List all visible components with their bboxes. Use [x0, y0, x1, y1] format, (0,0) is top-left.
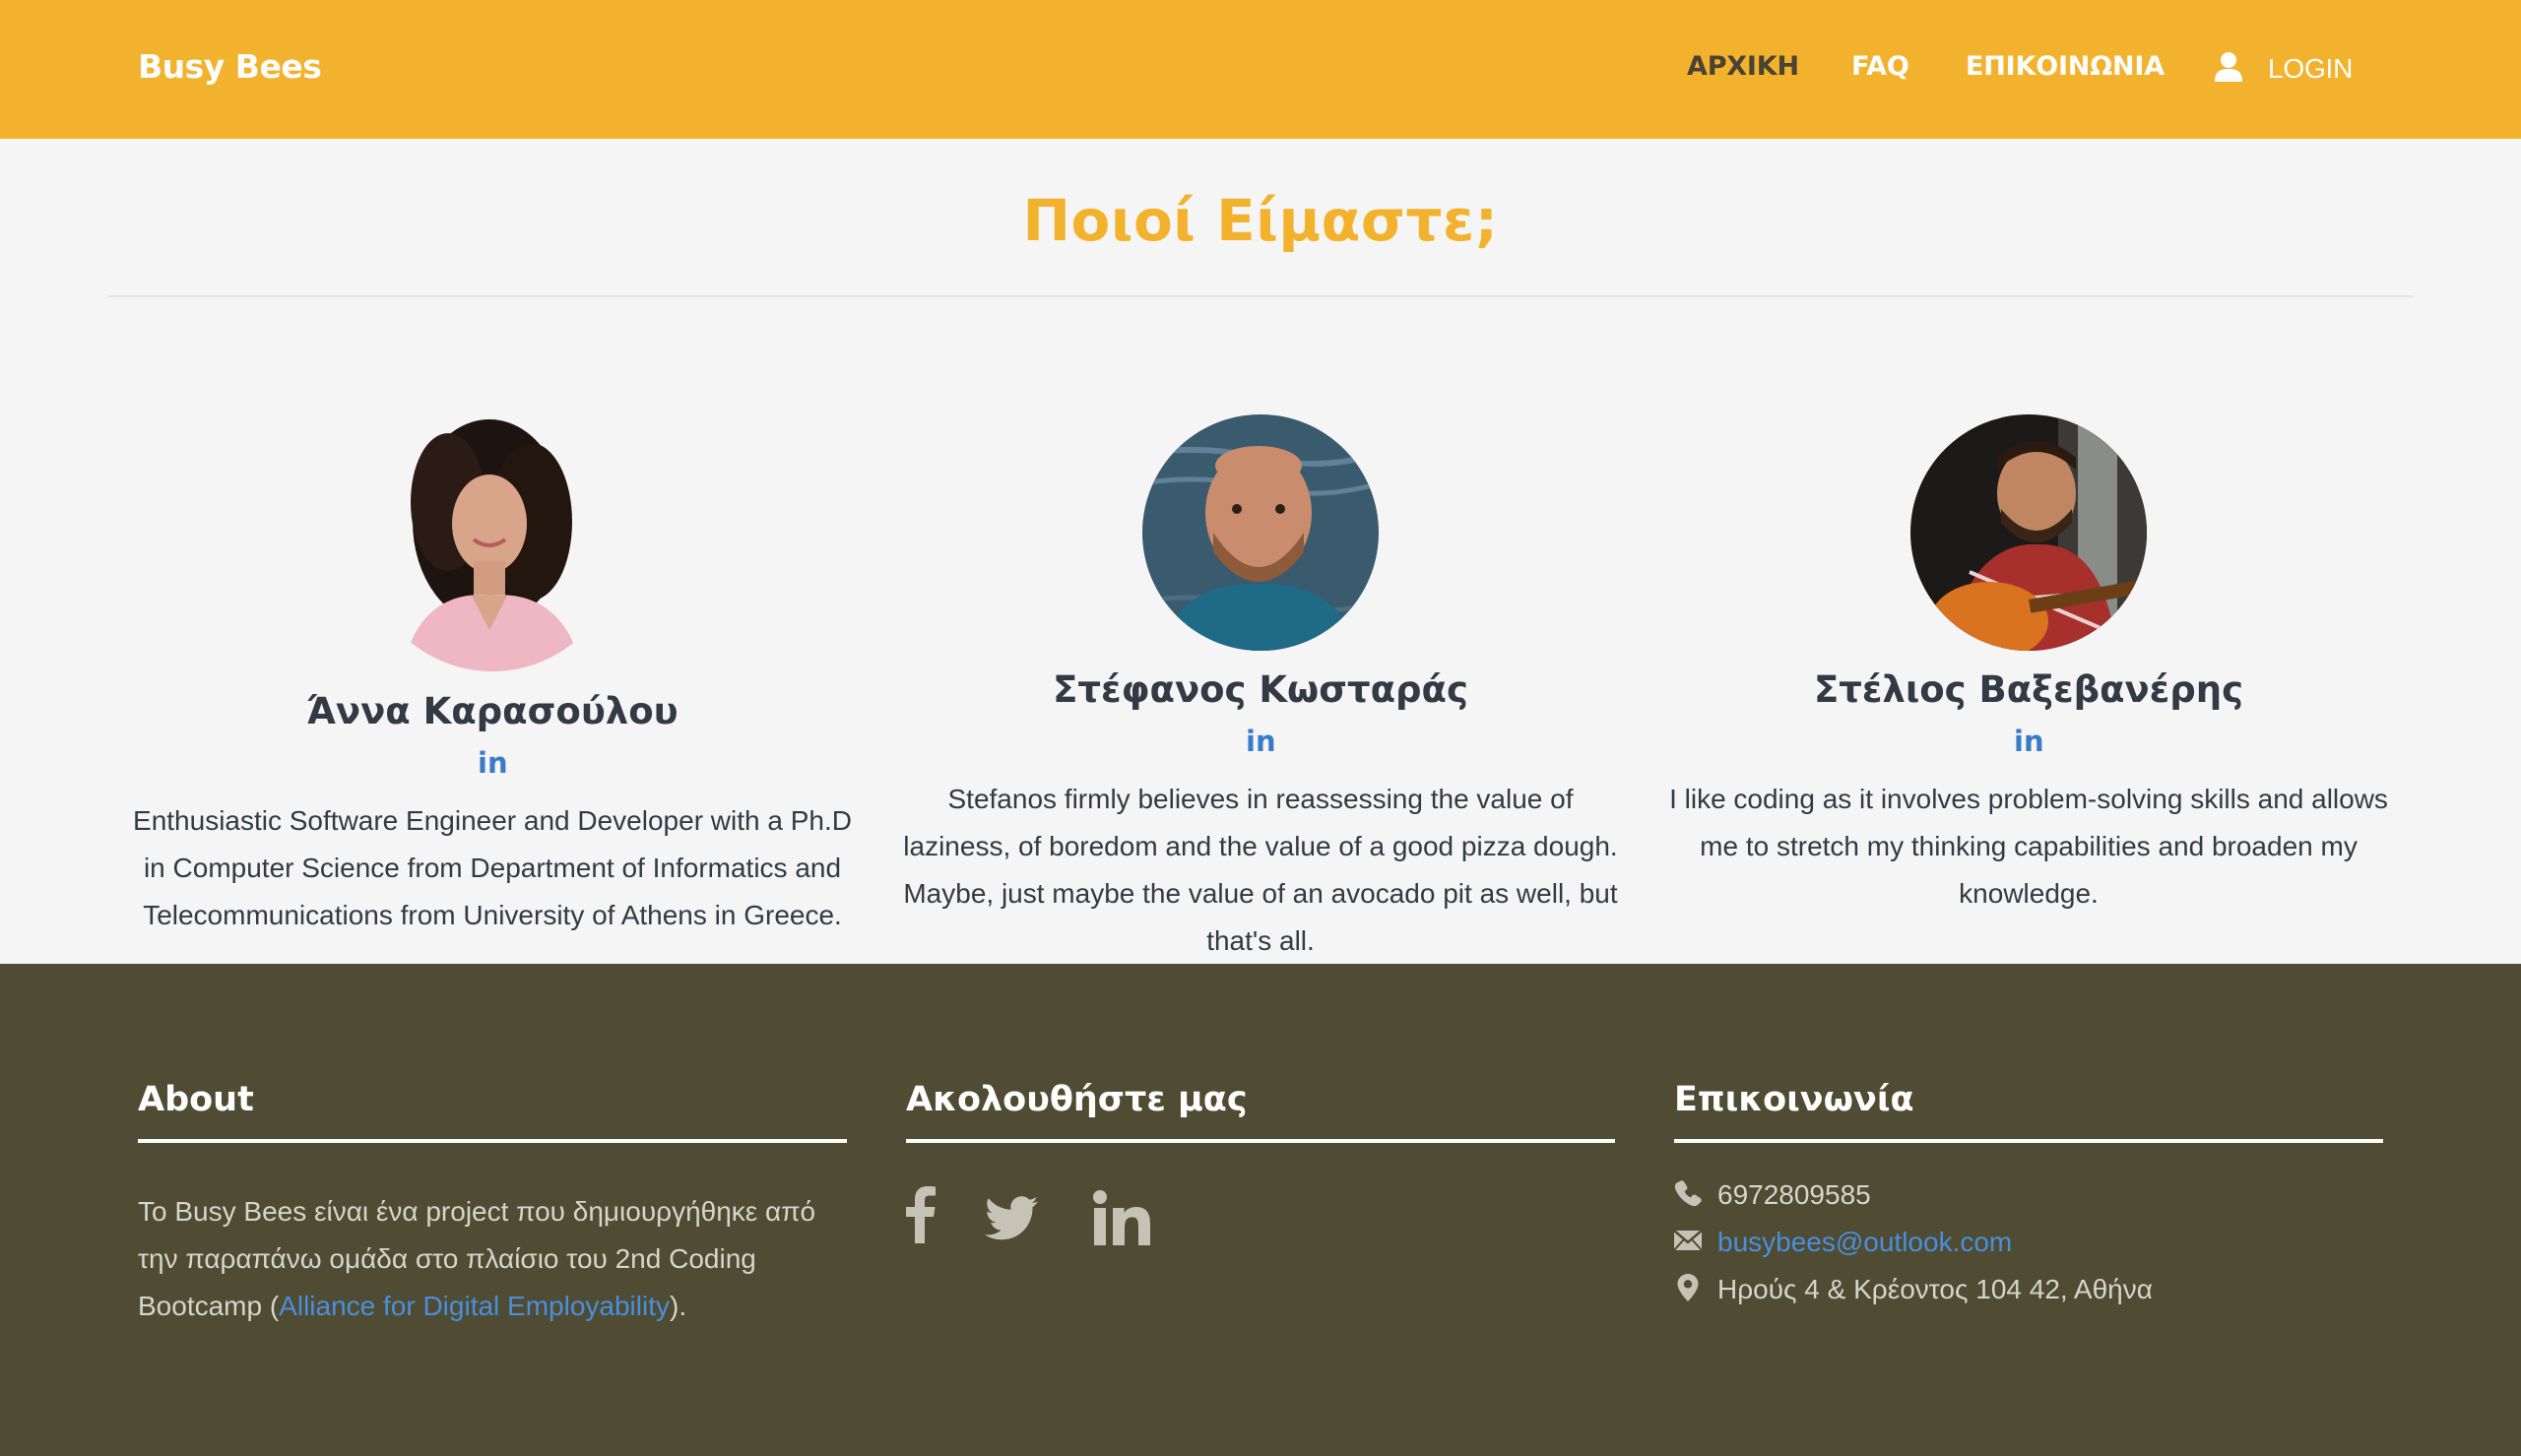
alliance-link[interactable]: Alliance for Digital Employability — [279, 1291, 670, 1321]
linkedin-icon[interactable] — [1093, 1190, 1150, 1245]
email-link[interactable]: busybees@outlook.com — [1717, 1221, 2012, 1264]
title-divider — [108, 295, 2413, 297]
linkedin-icon[interactable]: in — [478, 748, 508, 778]
about-text-after: ). — [670, 1291, 687, 1321]
page-title: Ποιοί Είμαστε; — [1022, 187, 1499, 254]
envelope-icon — [1674, 1230, 1702, 1251]
member-name: Στέλιος Βαξεβανέρης — [1813, 668, 2244, 711]
footer-divider — [1674, 1139, 2383, 1143]
member-name: Άννα Καρασούλου — [306, 690, 679, 732]
member-bio: Stefanos firmly believes in reassessing … — [903, 784, 1618, 956]
user-icon — [2215, 52, 2242, 82]
footer-heading-contact: Επικοινωνία — [1674, 1080, 1914, 1119]
avatar-photo-stelios — [1910, 414, 2147, 651]
twitter-icon[interactable] — [985, 1196, 1038, 1241]
site-footer: About Το Busy Bees είναι ένα project που… — [0, 964, 2521, 1456]
footer-divider — [138, 1139, 847, 1143]
main-nav: ΑΡΧΙΚΗ FAQ ΕΠΙΚΟΙΝΩΝΙΑ LOGIN — [0, 51, 2521, 91]
avatar — [1142, 414, 1379, 651]
footer-divider — [906, 1139, 1615, 1143]
member-bio: I like coding as it involves problem-sol… — [1669, 784, 2388, 909]
nav-item-faq[interactable]: FAQ — [1851, 51, 1909, 82]
facebook-icon[interactable] — [906, 1184, 936, 1243]
avatar — [1910, 414, 2147, 651]
footer-heading-follow: Ακολουθήστε μας — [906, 1080, 1248, 1119]
member-bio: Enthusiastic Software Engineer and Devel… — [133, 805, 852, 930]
linkedin-icon[interactable]: in — [1246, 727, 1276, 756]
map-pin-icon — [1677, 1274, 1699, 1301]
nav-item-home[interactable]: ΑΡΧΙΚΗ — [1687, 51, 1799, 82]
avatar — [363, 413, 621, 671]
footer-heading-about: About — [138, 1080, 254, 1119]
nav-item-contact[interactable]: ΕΠΙΚΟΙΝΩΝΙΑ — [1966, 51, 2165, 82]
phone-icon — [1674, 1180, 1702, 1207]
avatar-photo-stefanos — [1142, 414, 1379, 651]
phone-number: 6972809585 — [1717, 1179, 1871, 1210]
address-text: Ηρούς 4 & Κρέοντος 104 42, Αθήνα — [1717, 1274, 2153, 1304]
linkedin-icon[interactable]: in — [2014, 727, 2044, 756]
login-label: LOGIN — [2268, 53, 2354, 84]
top-navbar: Busy Bees ΑΡΧΙΚΗ FAQ ΕΠΙΚΟΙΝΩΝΙΑ LOGIN — [0, 0, 2521, 139]
avatar-photo-anna — [363, 413, 621, 671]
member-name: Στέφανος Κωσταράς — [1053, 668, 1468, 711]
about-text: Το Busy Bees είναι ένα project που δημιο… — [138, 1188, 847, 1330]
